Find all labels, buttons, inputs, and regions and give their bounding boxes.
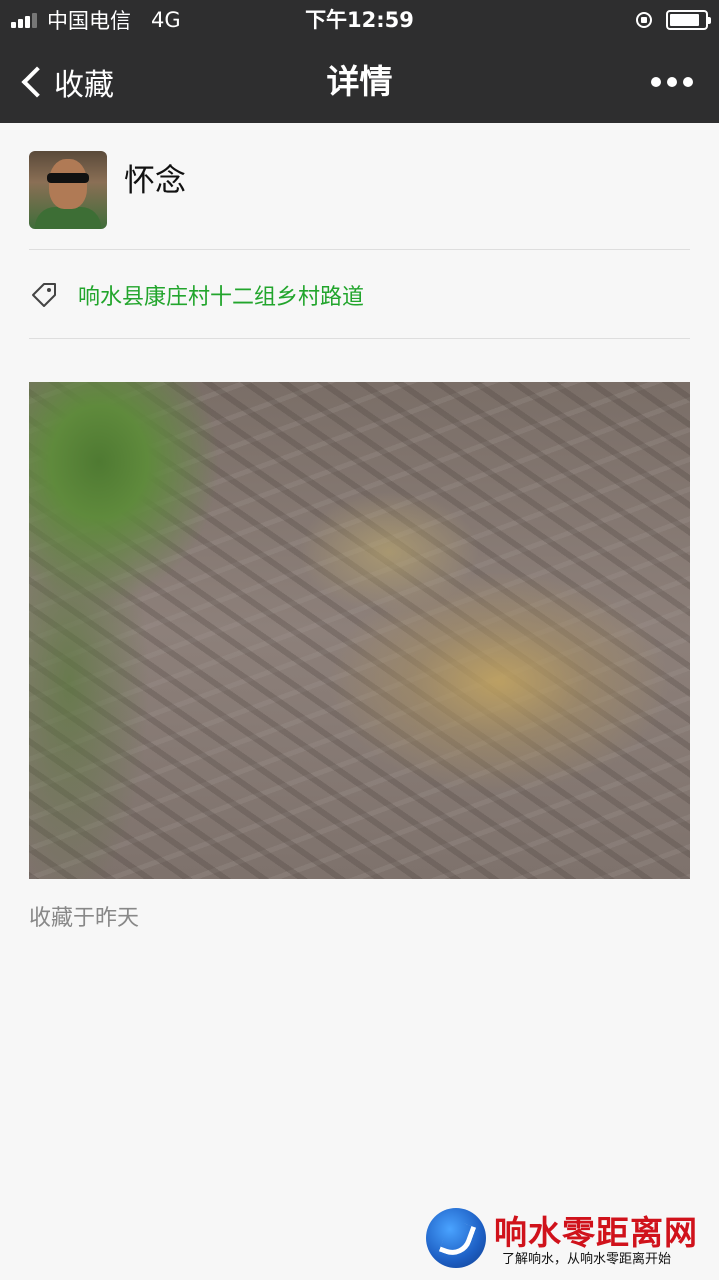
watermark-title: 响水零距离网 [494,1213,698,1252]
author-name[interactable]: 怀念 [124,155,186,200]
status-right [636,0,711,40]
more-icon [651,76,661,87]
tag-row[interactable]: 响水县康庄村十二组乡村路道 [29,270,690,320]
nav-bar: 收藏 详情 [0,40,719,123]
post-photo[interactable] [29,382,690,879]
battery-icon [666,10,711,30]
divider [29,249,690,250]
watermark: 响水零距离网 了解响水，从响水零距离开始 [426,1206,711,1272]
tag-label: 响水县康庄村十二组乡村路道 [78,285,365,310]
status-time: 下午12:59 [305,8,414,32]
rotation-lock-icon [636,12,652,28]
divider [29,338,690,339]
tag-icon [32,283,56,307]
collected-time: 收藏于昨天 [29,906,140,931]
watermark-logo-icon [426,1208,486,1268]
author-row: 怀念 [29,151,690,231]
page-title: 详情 [326,62,393,101]
watermark-subtitle: 了解响水，从响水零距离开始 [502,1252,672,1267]
more-button[interactable] [645,40,693,123]
avatar[interactable] [29,151,107,229]
status-bar: 中国电信 4G 下午12:59 [0,0,719,40]
